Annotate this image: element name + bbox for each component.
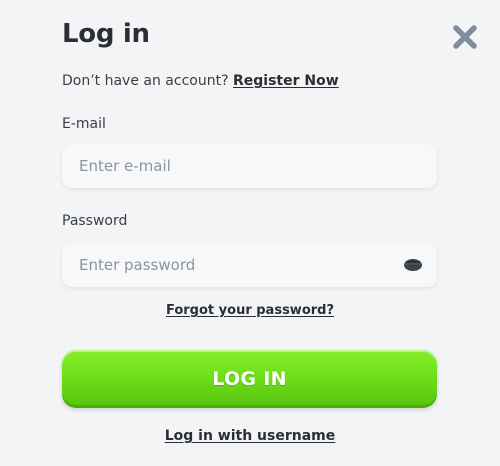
login-button[interactable]: LOG IN: [62, 350, 437, 408]
register-now-link[interactable]: Register Now: [233, 73, 339, 89]
email-field-container: [62, 144, 437, 188]
email-input[interactable]: [62, 144, 437, 188]
password-input[interactable]: [62, 243, 437, 287]
login-with-username-link[interactable]: Log in with username: [165, 428, 336, 444]
forgot-password-row: Forgot your password?: [0, 303, 500, 318]
register-prompt: Don’t have an account? Register Now: [62, 73, 339, 89]
eye-icon: [404, 259, 422, 271]
page-title: Log in: [62, 19, 150, 49]
email-label: E-mail: [62, 116, 106, 132]
login-modal: Log in Don’t have an account? Register N…: [0, 0, 500, 466]
password-field-container: [62, 243, 437, 287]
login-with-username-row: Log in with username: [0, 428, 500, 444]
close-icon: [453, 25, 477, 49]
register-prompt-text: Don’t have an account?: [62, 73, 233, 89]
password-label: Password: [62, 213, 128, 229]
close-button[interactable]: [448, 20, 482, 54]
forgot-password-link[interactable]: Forgot your password?: [166, 303, 334, 318]
show-password-toggle[interactable]: [403, 256, 423, 274]
